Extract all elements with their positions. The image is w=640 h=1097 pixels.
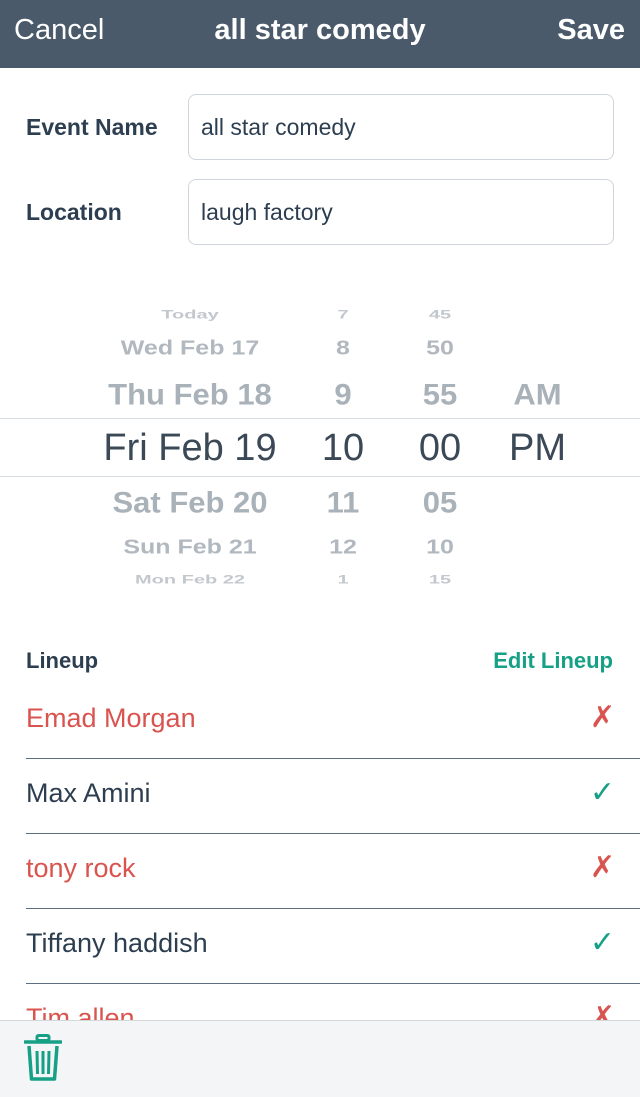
picker-hour-option[interactable]: 7 [298, 309, 388, 321]
picker-minute-option[interactable]: 50 [385, 338, 495, 359]
picker-date-option[interactable]: Wed Feb 17 [60, 338, 320, 359]
lineup-row[interactable]: Tiffany haddish ✓ [26, 909, 640, 984]
picker-date-option[interactable]: Today [60, 309, 320, 321]
location-field[interactable] [188, 179, 614, 245]
picker-date-option[interactable]: Sun Feb 21 [60, 537, 320, 558]
picker-minute-column[interactable]: 404550550005101520 [385, 290, 495, 600]
save-button[interactable]: Save [557, 12, 625, 48]
performer-name: Emad Morgan [26, 703, 196, 734]
nav-bar: Cancel all star comedy Save [0, 0, 640, 68]
performer-name: Max Amini [26, 778, 151, 809]
picker-ampm-column[interactable]: AM PM [490, 290, 585, 600]
trash-icon[interactable] [24, 1034, 62, 1082]
performer-name: Tiffany haddish [26, 928, 208, 959]
picker-hour-option[interactable]: 11 [298, 487, 388, 516]
lineup-row[interactable]: tony rock ✗ [26, 834, 640, 909]
edit-lineup-button[interactable]: Edit Lineup [493, 648, 613, 674]
picker-date-option[interactable]: Mon Feb 22 [60, 574, 320, 586]
confirmed-check-icon: ✓ [590, 775, 615, 810]
picker-hour-option[interactable]: 10 [298, 429, 388, 467]
picker-ampm-option[interactable]: PM [490, 429, 585, 467]
picker-minute-option[interactable]: 05 [385, 487, 495, 516]
picker-minute-option[interactable]: 00 [385, 429, 495, 467]
picker-hour-option[interactable]: 8 [298, 338, 388, 359]
picker-date-option[interactable]: Fri Feb 19 [60, 429, 320, 467]
picker-hour-column[interactable]: 678910111212 [298, 290, 388, 600]
page-title: all star comedy [0, 12, 640, 48]
picker-minute-option[interactable]: 15 [385, 574, 495, 586]
location-label: Location [26, 199, 122, 226]
picker-ampm-option[interactable]: AM [490, 379, 585, 408]
lineup-row[interactable]: Max Amini ✓ [26, 759, 640, 834]
picker-date-option[interactable]: Thu Feb 18 [60, 379, 320, 408]
picker-hour-option[interactable]: 12 [298, 537, 388, 558]
declined-x-icon: ✗ [590, 850, 615, 885]
picker-minute-option[interactable]: 55 [385, 379, 495, 408]
declined-x-icon: ✗ [590, 700, 615, 735]
picker-hour-option[interactable]: 9 [298, 379, 388, 408]
picker-date-column[interactable]: Mon Feb 15TodayWed Feb 17Thu Feb 18Fri F… [60, 290, 320, 600]
performer-name: tony rock [26, 853, 136, 884]
picker-minute-option[interactable]: 45 [385, 309, 495, 321]
lineup-heading: Lineup [26, 648, 98, 674]
bottom-toolbar [0, 1020, 640, 1097]
event-name-field[interactable] [188, 94, 614, 160]
lineup-row[interactable]: Emad Morgan ✗ [26, 684, 640, 759]
date-time-picker[interactable]: Mon Feb 15TodayWed Feb 17Thu Feb 18Fri F… [0, 290, 640, 600]
picker-minute-option[interactable]: 10 [385, 537, 495, 558]
event-name-label: Event Name [26, 114, 158, 141]
picker-hour-option[interactable]: 1 [298, 574, 388, 586]
picker-date-option[interactable]: Sat Feb 20 [60, 487, 320, 516]
confirmed-check-icon: ✓ [590, 925, 615, 960]
